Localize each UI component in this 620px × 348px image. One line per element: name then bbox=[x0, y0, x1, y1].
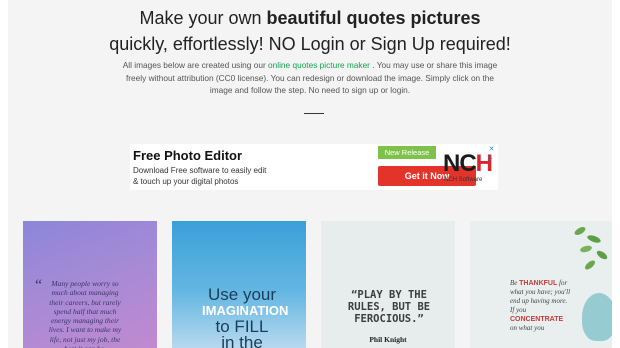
page-title-line1: Make your own beautiful quotes pictures bbox=[0, 8, 620, 29]
plant-leaves-icon bbox=[574, 227, 608, 270]
quote-card-2[interactable]: Use your IMAGINATION to FILL in the bbox=[172, 221, 306, 348]
intro-description: All images below are created using our o… bbox=[120, 59, 500, 97]
ad-title[interactable]: Free Photo Editor bbox=[133, 148, 242, 163]
section-divider bbox=[304, 113, 324, 114]
quote-emphasis: THANKFUL bbox=[519, 280, 558, 287]
quote-text: Many people worry so much about managing… bbox=[48, 279, 122, 348]
quote-line: on what you bbox=[510, 324, 545, 332]
page-title-line2: quickly, effortlessly! NO Login or Sign … bbox=[109, 34, 511, 54]
ad-close-icon[interactable]: ✕ bbox=[487, 145, 496, 154]
teapot-image bbox=[582, 293, 612, 341]
title-bold: beautiful quotes pictures bbox=[266, 8, 481, 28]
quote-emphasis: CONCENTRATE bbox=[510, 316, 564, 323]
quote-line: Use your bbox=[207, 285, 277, 304]
nch-logo[interactable]: NCH bbox=[443, 151, 493, 177]
quote-author: Phil Knight bbox=[369, 335, 407, 344]
nch-software-label: NCH Software bbox=[444, 177, 483, 183]
quote-card-4[interactable]: Be THANKFUL for what you have; you'll en… bbox=[470, 221, 612, 348]
title-prefix: Make your own bbox=[139, 8, 267, 28]
quotes-maker-link[interactable]: online quotes picture maker bbox=[268, 60, 370, 70]
quote-card-3[interactable]: “PLAY BY THE RULES, BUT BE FEROCIOUS.” P… bbox=[321, 221, 455, 348]
ad-new-release-badge: New Release bbox=[378, 146, 436, 159]
desc-part1: All images below are created using our bbox=[122, 60, 269, 70]
adchoices-icon[interactable]: ▷ bbox=[488, 155, 496, 163]
quote-line: Be bbox=[510, 279, 520, 287]
quote-text: “PLAY BY THE RULES, BUT BE FEROCIOUS.” bbox=[347, 289, 431, 325]
quote-mark-icon: “ bbox=[35, 277, 43, 294]
quote-text: Use your IMAGINATION to FILL in the bbox=[202, 285, 288, 348]
ad-subtitle: Download Free software to easily edit & … bbox=[133, 166, 267, 186]
quote-line: in the bbox=[221, 333, 263, 348]
quote-card-1[interactable]: “ Many people worry so much about managi… bbox=[23, 221, 157, 348]
ad-banner[interactable]: Free Photo Editor Download Free software… bbox=[130, 144, 498, 190]
quote-text: Be THANKFUL for what you have; you'll en… bbox=[510, 279, 570, 333]
